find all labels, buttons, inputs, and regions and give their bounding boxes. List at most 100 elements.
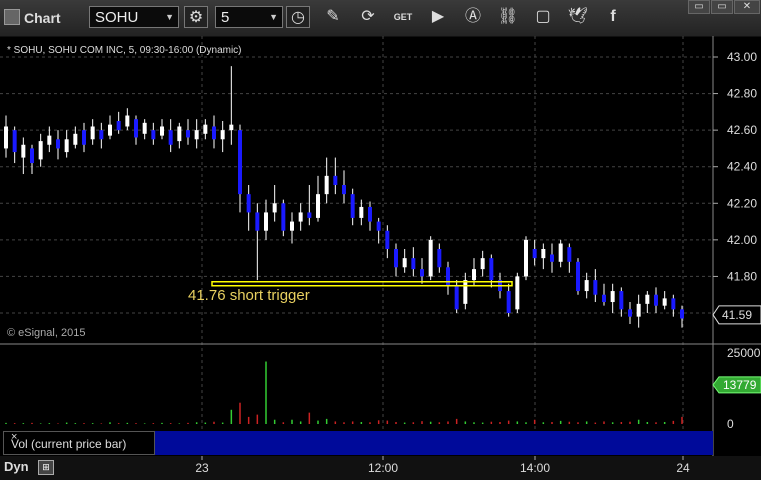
candle-body — [272, 203, 277, 213]
volume-tick-label: 0 — [727, 417, 734, 431]
candle-body — [567, 247, 572, 262]
link-icon[interactable]: ⛓ — [496, 6, 520, 28]
clock-icon[interactable]: ◷ — [286, 6, 310, 28]
title-bar: Chart SOHU ▼ ⚙ 5 ▼ ◷ ✎ ⟳ GET ▶ Ⓐ ⛓ ▢ 🕊 f ▭… — [0, 0, 761, 37]
last-price-label: 41.59 — [722, 308, 752, 322]
candle-body — [38, 141, 43, 160]
candle-body — [402, 258, 407, 268]
candle-body — [324, 175, 329, 195]
symbol-input[interactable]: SOHU ▼ — [89, 6, 179, 28]
candle-body — [82, 130, 86, 145]
trigger-annotation: 41.76 short trigger — [188, 287, 310, 304]
candle-body — [246, 194, 251, 213]
candle-body — [411, 258, 416, 270]
candle-body — [480, 258, 485, 270]
candle-body — [116, 121, 121, 131]
candle-body — [21, 144, 26, 158]
candle-body — [108, 124, 112, 136]
get-icon[interactable]: GET — [391, 6, 415, 28]
time-tick-label: 23 — [195, 461, 209, 475]
price-tick-label: 42.80 — [727, 87, 757, 101]
restore-button[interactable]: ▭ — [711, 0, 733, 14]
candle-body — [550, 254, 554, 262]
candle-body — [610, 291, 615, 303]
candle-body — [73, 133, 78, 145]
twitter-icon[interactable]: 🕊 — [566, 6, 590, 28]
price-volume-chart[interactable]: * SOHU, SOHU COM INC, 5, 09:30-16:00 (Dy… — [0, 36, 761, 456]
candle-body — [628, 309, 632, 317]
candle-body — [576, 261, 580, 292]
chat-icon[interactable]: ▢ — [531, 6, 555, 28]
candle-body — [307, 212, 312, 218]
candle-body — [264, 212, 268, 231]
candle-body — [12, 130, 17, 153]
volume-study-label[interactable]: Vol (current price bar) × — [3, 431, 155, 455]
chevron-down-icon[interactable]: ▼ — [269, 12, 278, 22]
chart-window-icon — [4, 9, 20, 25]
candle-body — [662, 298, 667, 306]
time-axis: 23 12:00 14:00 24 — [195, 456, 690, 475]
candle-body — [680, 309, 684, 319]
candle-body — [524, 239, 528, 277]
candle-body — [134, 119, 138, 138]
candle-body — [350, 194, 355, 218]
chart-header: * SOHU, SOHU COM INC, 5, 09:30-16:00 (Dy… — [7, 45, 242, 56]
price-tick-label: 42.60 — [727, 123, 757, 137]
price-tick-label: 43.00 — [727, 50, 757, 64]
candle-body — [238, 130, 242, 195]
grid — [0, 36, 713, 431]
candle-body — [671, 298, 676, 310]
candle-body — [220, 130, 225, 140]
candle-body — [428, 239, 433, 277]
candle-body — [515, 276, 520, 310]
candle-body — [281, 203, 286, 231]
candle-body — [177, 126, 182, 142]
candle-body — [125, 115, 130, 127]
candle-body — [151, 130, 156, 140]
chevron-down-icon[interactable]: ▼ — [165, 12, 174, 22]
refresh-icon[interactable]: ⟳ — [356, 6, 380, 28]
candle-body — [654, 294, 658, 306]
candle-body — [584, 280, 589, 292]
candle-body — [394, 249, 398, 268]
pencil-icon[interactable]: ✎ — [321, 6, 345, 28]
candles — [4, 66, 684, 328]
candle-body — [255, 212, 260, 231]
candle-body — [4, 126, 8, 149]
candle-body — [506, 291, 511, 313]
close-icon[interactable]: × — [11, 431, 152, 443]
interval-input[interactable]: 5 ▼ — [215, 6, 283, 28]
settings-gear-icon[interactable]: ⚙ — [184, 6, 208, 28]
candle-body — [194, 130, 199, 140]
candle-body — [602, 294, 606, 303]
minimize-button[interactable]: ▭ — [688, 0, 710, 14]
candle-body — [420, 269, 424, 277]
play-icon[interactable]: ▶ — [426, 6, 450, 28]
watermark: © eSignal, 2015 — [7, 327, 85, 339]
candle-body — [47, 135, 52, 145]
candle-body — [619, 291, 624, 310]
time-tick-label: 12:00 — [368, 461, 398, 475]
bottom-bar: Dyn ⊞ 23 12:00 14:00 24 — [0, 456, 761, 480]
candle-body — [463, 280, 468, 304]
candle-body — [64, 139, 69, 153]
interval-value: 5 — [221, 9, 230, 26]
candle-body — [186, 130, 190, 138]
candle-body — [359, 206, 364, 218]
price-tick-label: 42.20 — [727, 196, 757, 210]
candle-body — [90, 126, 95, 140]
candle-body — [298, 212, 303, 222]
candle-body — [558, 243, 563, 262]
alert-icon[interactable]: Ⓐ — [461, 6, 485, 28]
price-tick-label: 42.40 — [727, 160, 757, 174]
price-tick-label: 42.00 — [727, 233, 757, 247]
candle-body — [368, 206, 372, 222]
symbol-value: SOHU — [95, 9, 139, 26]
volume-tick-label: 25000 — [727, 346, 761, 360]
candle-body — [316, 194, 320, 218]
candle-body — [30, 148, 34, 164]
close-button[interactable]: ✕ — [734, 0, 760, 14]
candle-body — [290, 221, 294, 231]
facebook-icon[interactable]: f — [601, 6, 625, 28]
app-title: Chart — [4, 9, 61, 26]
